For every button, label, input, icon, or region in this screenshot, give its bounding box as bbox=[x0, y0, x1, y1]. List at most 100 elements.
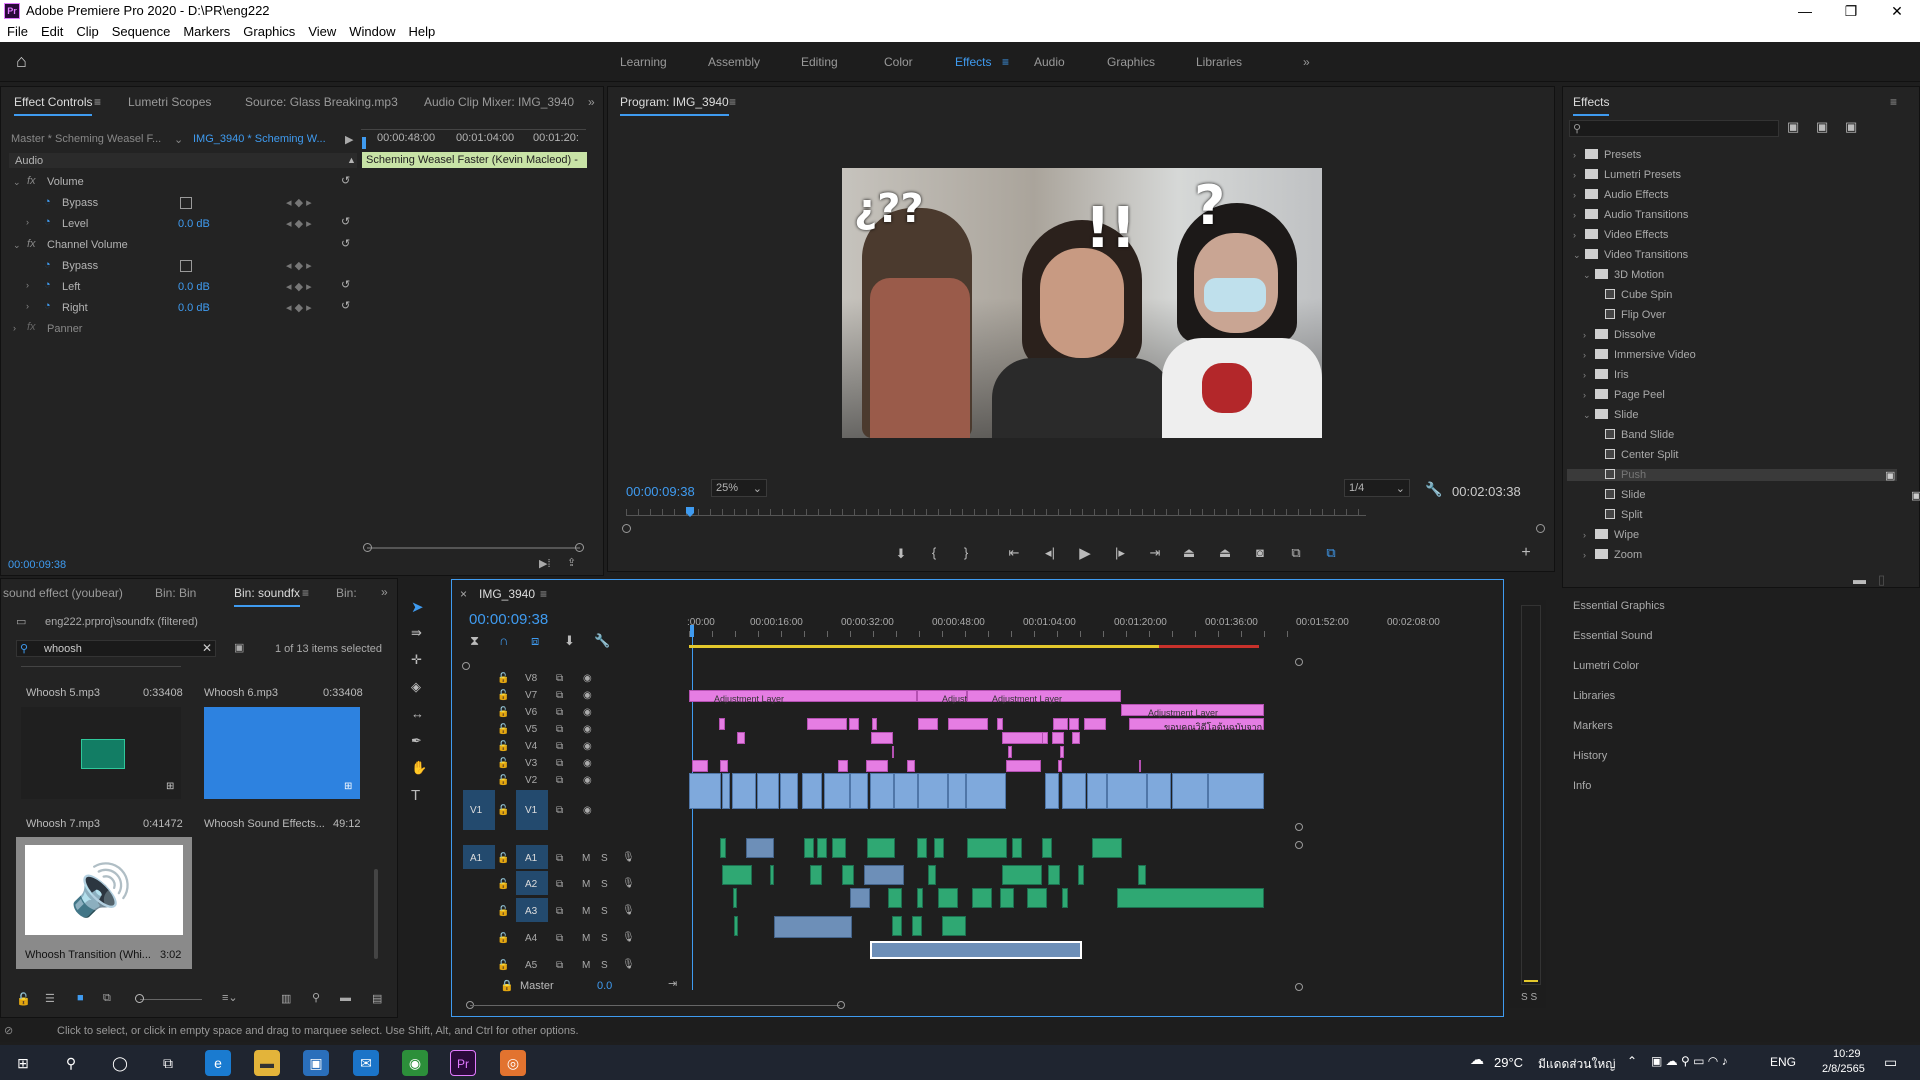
timeline-clip-pink[interactable] bbox=[737, 732, 745, 744]
stopwatch-icon[interactable]: ◔ bbox=[44, 279, 51, 291]
timeline-clip-video[interactable] bbox=[1062, 773, 1086, 809]
reset-icon[interactable]: ↺ bbox=[341, 215, 350, 228]
panel-essential-sound[interactable]: Essential Sound bbox=[1573, 630, 1653, 642]
expand-icon[interactable]: ⌄ bbox=[13, 177, 21, 188]
timeline-clip-audio[interactable] bbox=[810, 865, 822, 885]
stopwatch-icon[interactable]: ◔ bbox=[44, 300, 51, 312]
search-icon[interactable]: ⚲ bbox=[58, 1050, 84, 1076]
eye-icon[interactable]: ◉ bbox=[583, 673, 592, 684]
menu-clip[interactable]: Clip bbox=[69, 22, 104, 39]
vertical-scroll-handle[interactable] bbox=[1295, 983, 1303, 991]
timeline-clip-pink[interactable] bbox=[907, 760, 915, 772]
keyframe-nav-icon[interactable]: ◂ ◆ ▸ bbox=[286, 259, 312, 272]
program-timecode[interactable]: 00:00:09:38 bbox=[626, 484, 695, 499]
effects-tree-item[interactable]: Center Split bbox=[1593, 449, 1678, 461]
bin-scrollbar[interactable] bbox=[374, 869, 378, 959]
effects-tree-item[interactable]: › Audio Effects bbox=[1573, 189, 1669, 201]
timeline-clip-audio[interactable] bbox=[774, 916, 852, 938]
mute-button[interactable]: M bbox=[582, 879, 590, 890]
fx-icon[interactable]: fx bbox=[27, 175, 36, 187]
track-select-tool-icon[interactable]: ⇛ bbox=[411, 625, 422, 641]
panel-info[interactable]: Info bbox=[1573, 780, 1591, 792]
timeline-clip-audio[interactable] bbox=[720, 838, 726, 858]
microphone-icon[interactable]: 🎙 bbox=[622, 852, 635, 863]
chevron-right-icon[interactable]: › bbox=[1583, 530, 1595, 540]
new-item-icon[interactable]: ▤ bbox=[372, 992, 382, 1005]
sync-lock-icon[interactable]: ⧉ bbox=[556, 906, 563, 917]
effects-tree-item[interactable]: Band Slide bbox=[1593, 429, 1674, 441]
mark-out-icon[interactable]: } bbox=[956, 545, 976, 560]
bin-item-name[interactable]: Whoosh 6.mp3 bbox=[204, 687, 278, 699]
automate-icon[interactable]: ▥ bbox=[281, 992, 291, 1005]
effects-tree-item[interactable]: › Immersive Video bbox=[1583, 349, 1696, 361]
timeline-clip-pink[interactable] bbox=[1052, 732, 1064, 744]
nest-toggle-icon[interactable]: ⧗ bbox=[470, 633, 479, 649]
effects-tree-item[interactable]: › Iris bbox=[1583, 369, 1629, 381]
timeline-clip-pink[interactable] bbox=[849, 718, 859, 730]
microphone-icon[interactable]: 🎙 bbox=[622, 878, 635, 889]
timeline-clip-video[interactable] bbox=[850, 773, 868, 809]
timeline-clip-video[interactable] bbox=[722, 773, 730, 809]
chevron-right-icon[interactable]: › bbox=[1573, 190, 1585, 200]
lock-icon[interactable]: 🔓 bbox=[497, 690, 509, 701]
track-label-a5[interactable]: A5 bbox=[525, 960, 537, 971]
effects-tree-item[interactable]: › Page Peel bbox=[1583, 389, 1665, 401]
workspace-overflow-icon[interactable]: » bbox=[1303, 55, 1310, 69]
chevron-right-icon[interactable]: › bbox=[1573, 210, 1585, 220]
keyframe-nav-icon[interactable]: ◂ ◆ ▸ bbox=[286, 196, 312, 209]
tab-bin-soundfx[interactable]: Bin: soundfx bbox=[234, 586, 301, 607]
icon-view-icon[interactable]: ■ bbox=[77, 992, 84, 1004]
menu-help[interactable]: Help bbox=[402, 22, 442, 39]
effects-tree-item[interactable]: › Lumetri Presets bbox=[1573, 169, 1681, 181]
chrome-icon[interactable]: ◉ bbox=[402, 1050, 428, 1076]
keyframe-nav-icon[interactable]: ◂ ◆ ▸ bbox=[286, 301, 312, 314]
find-icon[interactable]: ⚲ bbox=[312, 991, 320, 1004]
menu-view[interactable]: View bbox=[301, 22, 342, 39]
new-search-bin-icon[interactable]: ▣ bbox=[234, 641, 244, 654]
master-clip-label[interactable]: Master * Scheming Weasel F... bbox=[11, 133, 161, 145]
keyframe-nav-icon[interactable]: ◂ ◆ ▸ bbox=[286, 217, 312, 230]
lock-icon[interactable]: 🔓 bbox=[497, 673, 509, 684]
effects-search-input[interactable]: ⚲ bbox=[1569, 120, 1779, 137]
panel-menu-icon[interactable]: ≡ bbox=[94, 95, 101, 109]
timeline-clip-pink[interactable] bbox=[1139, 760, 1141, 772]
track-label-v3[interactable]: V3 bbox=[525, 758, 537, 769]
ec-timecode[interactable]: 00:00:09:38 bbox=[8, 559, 66, 571]
freeform-view-icon[interactable]: ⧉ bbox=[103, 992, 111, 1005]
clear-search-icon[interactable]: ✕ bbox=[202, 641, 212, 655]
tray-icons[interactable]: ▣ ☁ ⚲ ▭ ◠ ♪ bbox=[1651, 1054, 1728, 1068]
linked-selection-icon[interactable]: ⧈ bbox=[531, 633, 539, 649]
mute-button[interactable]: M bbox=[582, 853, 590, 864]
camera-icon[interactable]: ◙ bbox=[1250, 545, 1270, 560]
panel-essential-graphics[interactable]: Essential Graphics bbox=[1573, 600, 1665, 612]
list-view-icon[interactable]: ☰ bbox=[45, 992, 55, 1005]
timeline-clip-pink[interactable] bbox=[1042, 732, 1048, 744]
vertical-scroll-handle[interactable] bbox=[1295, 841, 1303, 849]
bin-item-name[interactable]: Whoosh Sound Effects... bbox=[204, 818, 325, 830]
bin-item-name[interactable]: Whoosh 7.mp3 bbox=[26, 818, 100, 830]
timeline-clip-video[interactable] bbox=[732, 773, 756, 809]
tray-up-icon[interactable]: ⌃ bbox=[1627, 1054, 1637, 1068]
panel-overflow-icon[interactable]: » bbox=[588, 95, 595, 109]
timeline-clip-video[interactable] bbox=[780, 773, 798, 809]
right-value[interactable]: 0.0 dB bbox=[178, 302, 210, 314]
master-volume[interactable]: 0.0 bbox=[597, 980, 612, 992]
effects-tree-item[interactable]: › Dissolve bbox=[1583, 329, 1656, 341]
menu-window[interactable]: Window bbox=[342, 22, 401, 39]
timeline-clip-audio[interactable] bbox=[888, 888, 902, 908]
edge-icon[interactable]: e bbox=[205, 1050, 231, 1076]
lock-icon[interactable]: 🔓 bbox=[497, 775, 509, 786]
track-label-a2[interactable]: A2 bbox=[525, 879, 537, 890]
timeline-clip-audio[interactable] bbox=[746, 838, 774, 858]
close-tab-icon[interactable]: × bbox=[460, 587, 467, 601]
menu-edit[interactable]: Edit bbox=[34, 22, 69, 39]
yuv-effects-icon[interactable]: ▣ bbox=[1845, 119, 1857, 135]
weather-icon[interactable]: ☁ bbox=[1470, 1051, 1484, 1068]
mute-button[interactable]: M bbox=[582, 933, 590, 944]
timeline-clip-video[interactable] bbox=[1107, 773, 1147, 809]
menu-graphics[interactable]: Graphics bbox=[236, 22, 301, 39]
panel-libraries[interactable]: Libraries bbox=[1573, 690, 1615, 702]
sync-lock-icon[interactable]: ⧉ bbox=[556, 724, 563, 735]
chevron-right-icon[interactable]: › bbox=[1583, 550, 1595, 560]
lock-icon[interactable]: 🔓 bbox=[497, 707, 509, 718]
